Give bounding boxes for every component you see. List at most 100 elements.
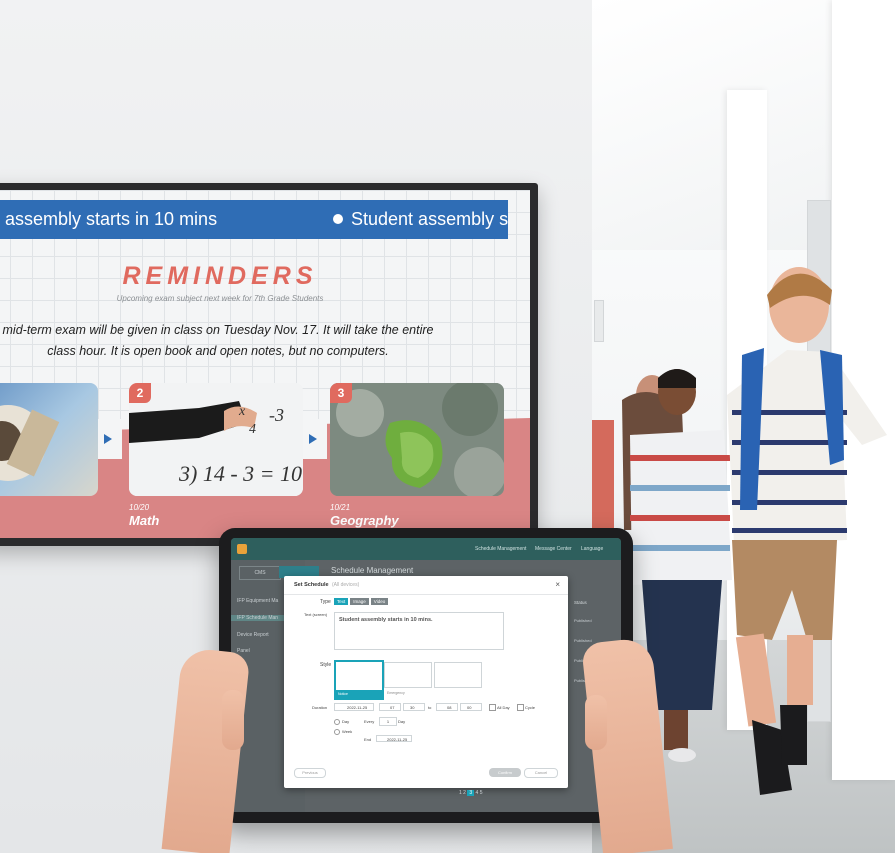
end-label: End [364,737,372,742]
confirm-button[interactable]: Confirm [489,768,521,777]
day-radio[interactable] [334,719,340,725]
text-label: Text (screen) [304,612,328,617]
shirt-stripe [630,545,730,551]
bg-page-title: Schedule Management [331,566,414,575]
type-video-button[interactable]: Video [370,598,389,605]
student-leg [664,710,688,750]
left-thumb [222,690,244,750]
card-date: 10/21 [330,503,351,512]
text-input[interactable]: Student assembly starts in 10 mins. [334,612,504,650]
shirt-stripe [630,455,730,461]
landscape-image [330,383,504,496]
every-label: Every [364,719,375,724]
cycle-label: Cycle [525,705,536,710]
tab-cms[interactable]: CMS [239,566,281,580]
every-value-field[interactable]: 1 [379,717,397,726]
modal-title-note: (All devices) [332,582,360,588]
status-item: Published [574,618,592,623]
next-arrow-icon [309,434,317,444]
end-minute-field[interactable]: 00 [460,703,482,711]
day-label: Day [342,719,350,724]
ticker-text: assembly starts in 10 mins [5,209,218,229]
wall-display: assembly starts in 10 mins Student assem… [0,183,538,546]
display-screen: assembly starts in 10 mins Student assem… [0,190,530,538]
style-notice[interactable]: Notice [334,660,384,700]
board-text: -3 [269,405,284,425]
card-number: 3 [330,383,352,403]
page-number[interactable]: 2 [463,790,466,796]
cancel-button[interactable]: Cancel [524,768,558,778]
card-date: 10/20 [129,503,150,512]
shirt-stripe [630,515,730,521]
student-sneaker [668,748,696,762]
right-thumb [585,695,607,750]
end-date-field[interactable]: 2022-11-25 [376,735,412,742]
cycle-checkbox[interactable] [517,704,524,711]
start-hour-field[interactable]: 07 [379,703,401,711]
card-number: 2 [129,383,151,403]
duration-label: Duration [312,705,328,710]
photo-scene: assembly starts in 10 mins Student assem… [0,0,895,853]
allday-label: All Day [497,705,510,710]
student-shirt [592,420,614,530]
reminders-title: REMINDERS [122,262,318,290]
style-label: Style [320,662,332,668]
card-geography: 3 [330,383,504,496]
body-line: mid-term exam will be given in class on … [2,323,434,337]
style-emergency[interactable]: Emergency [384,662,432,695]
header-link[interactable]: Message Center [535,546,572,552]
scrolling-ticker: assembly starts in 10 mins Student assem… [0,200,508,239]
status-column-header: Status [574,600,587,605]
page-number[interactable]: 5 [480,790,483,796]
shirt-stripe [630,485,730,491]
app-header: Schedule Management Message Center Langu… [231,538,621,560]
header-link[interactable]: Language [581,546,603,552]
board-text: x [238,404,246,419]
student-hair [658,369,696,388]
board-text: 3) 14 - 3 = 10 [178,461,302,486]
previous-button[interactable]: Previous [294,768,326,778]
text-input-value: Student assembly starts in 10 mins. [339,617,433,623]
close-icon[interactable]: × [555,580,560,589]
header-link[interactable]: Schedule Management [475,546,526,552]
sidebar-item[interactable]: Panel [237,648,250,654]
shirt-stripe [732,528,847,533]
card-math: x -3 4 3) 14 - 3 = 10 2 [129,383,303,496]
khaki-shorts [732,540,837,640]
every-unit: Day [398,719,406,724]
page-number-active[interactable]: 3 [467,790,475,796]
status-item: Published [574,638,592,643]
set-schedule-modal: Set Schedule (All devices) × Type Text Im… [284,576,568,788]
modal-title: Set Schedule [294,582,329,588]
card-subject: Math [129,513,160,528]
page-number[interactable]: 1 [459,790,462,796]
student-leg [787,635,813,705]
week-radio[interactable] [334,729,340,735]
student-leg [735,633,777,727]
allday-checkbox[interactable] [489,704,496,711]
tablet-device: Schedule Management Message Center Langu… [219,528,633,823]
sidebar-item[interactable]: Device Report [237,632,269,638]
start-minute-field[interactable]: 30 [403,703,425,711]
reminders-subtitle: Upcoming exam subject next week for 7th … [116,294,324,303]
student-shoe [780,705,807,765]
start-date-field[interactable]: 2022-11-25 [334,703,374,711]
ticker-text-2: Student assembly sta [333,200,508,239]
body-line: class hour. It is open book and open not… [47,344,389,358]
to-label: to [428,705,432,710]
sidebar-item[interactable]: IFP Equipment Ma [237,598,278,604]
end-hour-field[interactable]: 08 [436,703,458,711]
card-astronaut [0,383,98,496]
astronaut-image [0,405,60,481]
card-subject: Geography [330,513,399,528]
style-option-3[interactable] [434,662,482,688]
modal-header: Set Schedule (All devices) × [284,576,568,595]
reminders-body: mid-term exam will be given in class on … [0,320,453,362]
type-text-button[interactable]: Text [334,598,349,605]
week-label: Week [342,729,353,734]
page-number[interactable]: 4 [476,790,479,796]
app-logo-icon [237,544,247,554]
type-label: Type [320,599,331,605]
type-image-button[interactable]: Image [350,598,369,605]
pagination: 1 2 3 4 5 [459,790,482,796]
